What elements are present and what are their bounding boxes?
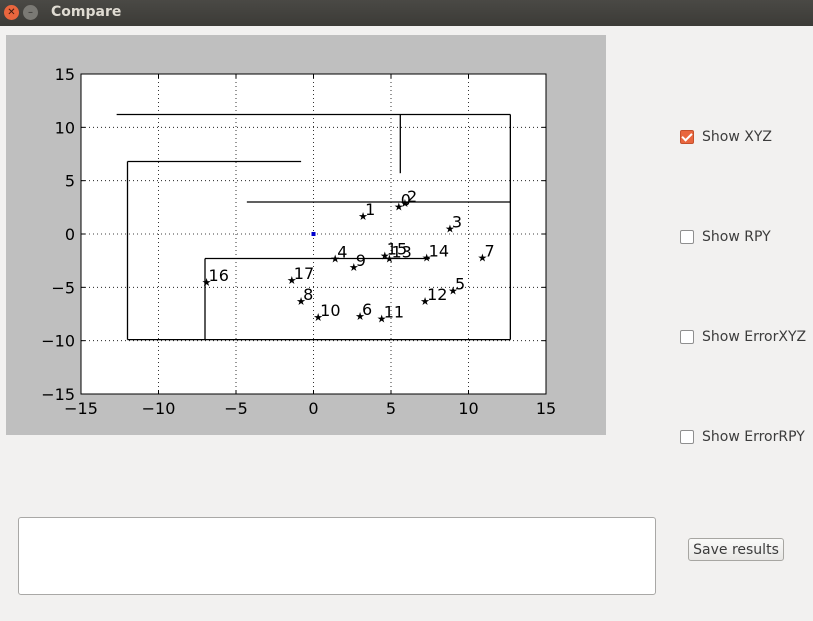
x-tick-label: −10 (142, 399, 176, 418)
point-label: 1 (365, 200, 375, 219)
show-errorrpy-checkbox[interactable] (680, 430, 694, 444)
show-errorxyz-option[interactable]: Show ErrorXYZ (680, 329, 806, 345)
point-label: 14 (429, 241, 449, 260)
point-label: 5 (455, 275, 465, 294)
y-tick-label: 5 (65, 172, 75, 191)
point-label: 2 (407, 187, 417, 206)
point-label: 12 (427, 285, 447, 304)
show-errorxyz-checkbox[interactable] (680, 330, 694, 344)
x-tick-label: 15 (536, 399, 556, 418)
x-tick-label: 0 (308, 399, 318, 418)
y-tick-label: −10 (41, 332, 75, 351)
point-label: 9 (356, 251, 366, 270)
point-label: 7 (484, 241, 494, 260)
minimize-window-button[interactable]: – (23, 5, 38, 20)
x-tick-label: 10 (458, 399, 478, 418)
x-tick-label: 5 (386, 399, 396, 418)
show-xyz-label: Show XYZ (702, 129, 772, 145)
trajectory-plot: −15 −10 −5 0 5 10 15−15−10−5051015★0★1 ★2★3★4★5… (41, 65, 556, 418)
show-rpy-checkbox[interactable] (680, 230, 694, 244)
point-label: 3 (452, 213, 462, 232)
point-label: 4 (337, 243, 347, 262)
y-tick-label: 10 (55, 118, 75, 137)
y-tick-label: 0 (65, 225, 75, 244)
point-label: 16 (209, 266, 229, 285)
point-label: 11 (384, 302, 404, 321)
show-errorrpy-label: Show ErrorRPY (702, 429, 805, 445)
show-xyz-checkbox[interactable] (680, 130, 694, 144)
point-label: 10 (320, 301, 340, 320)
show-rpy-option[interactable]: Show RPY (680, 229, 771, 245)
point-label: 8 (303, 285, 313, 304)
save-results-button[interactable]: Save results (688, 538, 784, 561)
plot-panel: −15 −10 −5 0 5 10 15 −15 −10 −5 0 5 10 15 ★ 0 ★ 1 ★ 2 ★ 3 ★ 4 ★ 5… (6, 35, 606, 435)
results-text-area[interactable] (18, 517, 656, 595)
x-tick-label: −5 (224, 399, 248, 418)
show-errorrpy-option[interactable]: Show ErrorRPY (680, 429, 805, 445)
show-rpy-label: Show RPY (702, 229, 771, 245)
origin-marker (311, 232, 316, 236)
y-tick-label: −5 (51, 278, 75, 297)
title-bar: ✕ – Compare (0, 0, 813, 26)
point-label: 17 (294, 264, 314, 283)
show-errorxyz-label: Show ErrorXYZ (702, 329, 807, 345)
window-title: Compare (51, 4, 122, 20)
point-label: 6 (362, 300, 372, 319)
close-window-button[interactable]: ✕ (4, 5, 19, 20)
y-tick-label: 15 (55, 65, 75, 84)
point-label: 15 (387, 239, 407, 258)
y-tick-label: −15 (41, 385, 75, 404)
show-xyz-option[interactable]: Show XYZ (680, 129, 772, 145)
